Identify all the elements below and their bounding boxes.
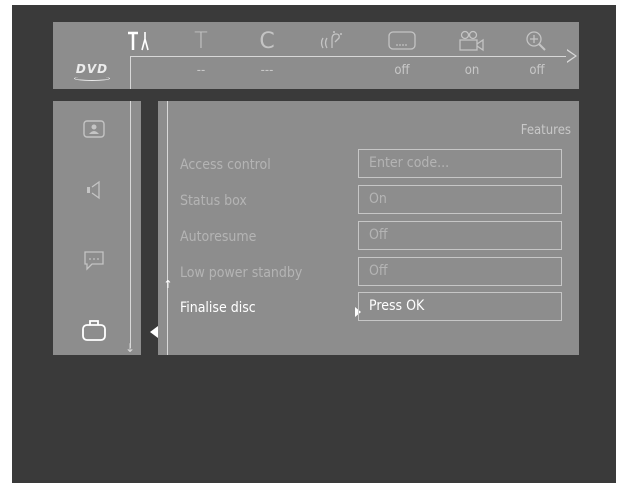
features-icon[interactable] [79,315,109,345]
panel-title: Features [520,123,571,138]
scroll-up-icon: ↑ [163,278,173,291]
low-power-standby-field[interactable]: Off [358,257,562,286]
low-power-standby-label: Low power standby [180,265,303,281]
right-arrow-icon [566,49,577,63]
chapter-letter: C [259,28,275,54]
top-menu-bar: DVD T C -- --- off on off [53,22,579,89]
title-icon[interactable]: T [184,28,218,54]
access-control-field[interactable]: Enter code... [358,149,562,178]
active-section-pointer-icon [150,326,158,338]
tools-icon[interactable] [121,29,155,53]
zoom-value: off [529,63,545,78]
status-box-label: Status box [180,193,247,209]
chapter-value: --- [260,63,274,78]
dvd-logo-swoosh [74,76,110,81]
angle-value: on [464,63,480,78]
features-panel: ↑ Features Access control Enter code... … [158,101,579,355]
autoresume-label: Autoresume [180,229,257,245]
title-letter: T [194,28,208,54]
audio-icon[interactable] [315,29,349,53]
access-control-label: Access control [180,157,271,173]
side-menu-scroll-line [130,101,131,348]
subtitle-value: off [394,63,410,78]
chapter-icon[interactable]: C [250,28,284,54]
features-scroll-line [167,101,168,355]
finalise-disc-field[interactable]: Press OK [358,292,562,321]
menu-divider-line [130,56,573,57]
scroll-down-icon: ↓ [124,341,136,355]
picture-icon[interactable] [79,114,109,144]
side-menu: ↓ [53,101,141,355]
menu-divider-vertical [130,56,131,89]
language-icon[interactable] [79,245,109,275]
status-box-field[interactable]: On [358,185,562,214]
autoresume-field[interactable]: Off [358,221,562,250]
dvd-logo: DVD [71,62,113,82]
sound-icon[interactable] [79,175,109,205]
angle-icon[interactable] [454,29,488,53]
subtitle-icon[interactable] [385,29,419,53]
title-value: -- [196,63,206,78]
zoom-icon[interactable] [520,29,554,53]
dvd-logo-text: DVD [75,62,109,76]
finalise-disc-label[interactable]: Finalise disc [180,300,256,316]
